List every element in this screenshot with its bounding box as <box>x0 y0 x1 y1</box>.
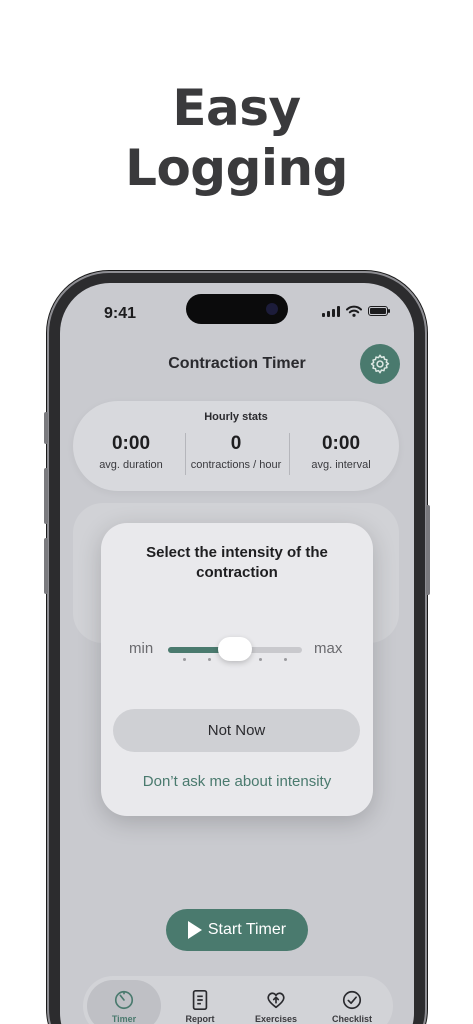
status-icons <box>322 305 390 317</box>
stat-value: 0:00 <box>321 433 361 454</box>
hourly-stats-card: Hourly stats 0:00 avg. duration 0 contra… <box>73 401 399 491</box>
tab-label: Exercises <box>254 1013 298 1024</box>
report-icon <box>192 989 208 1010</box>
start-timer-label: Start Timer <box>207 921 287 938</box>
tab-label: Report <box>185 1013 215 1024</box>
hourly-stats-title: Hourly stats <box>204 411 268 423</box>
stat-contractions-per-hour: 0 contractions / hour <box>184 433 288 471</box>
intensity-slider-thumb[interactable] <box>218 637 252 661</box>
play-icon <box>187 921 202 939</box>
stat-label: contractions / hour <box>190 459 282 471</box>
slider-min-label: min <box>129 640 154 657</box>
headline: Easy Logging <box>0 78 473 198</box>
stat-value: 0 <box>230 433 242 454</box>
intensity-modal-title: Select the intensity of the contraction <box>146 544 328 581</box>
camera-icon <box>266 303 278 315</box>
heart-arrow-icon <box>267 991 285 1008</box>
phone-volume-up-button <box>44 468 48 524</box>
settings-button[interactable] <box>360 344 400 384</box>
stat-label: avg. duration <box>99 459 163 471</box>
headline-line-2: Logging <box>125 139 348 197</box>
timer-icon <box>114 990 134 1009</box>
intensity-modal: Select the intensity of the contraction … <box>101 523 373 816</box>
slider-tick <box>284 658 287 661</box>
phone-action-button <box>44 412 48 444</box>
slider-tick <box>183 658 186 661</box>
slider-max-label: max <box>314 640 343 657</box>
stat-avg-duration: 0:00 avg. duration <box>79 433 183 471</box>
status-time: 9:41 <box>104 305 137 322</box>
tab-label: Timer <box>111 1013 137 1024</box>
tab-timer[interactable]: Timer <box>87 980 161 1024</box>
battery-icon <box>368 306 390 316</box>
not-now-button[interactable]: Not Now <box>113 709 360 752</box>
tab-bar: Timer Report Exercises Checklist <box>83 976 393 1024</box>
checkmark-circle-icon <box>342 990 362 1009</box>
phone-screen: 9:41 Contraction Timer Hourly stats 0:00… <box>60 283 414 1024</box>
headline-line-1: Easy <box>172 79 301 137</box>
stat-avg-interval: 0:00 avg. interval <box>289 433 393 471</box>
tab-checklist[interactable]: Checklist <box>315 980 389 1024</box>
slider-tick <box>208 658 211 661</box>
dont-ask-intensity-link[interactable]: Don’t ask me about intensity <box>101 773 373 790</box>
tab-report[interactable]: Report <box>163 980 237 1024</box>
start-timer-button[interactable]: Start Timer <box>166 909 308 951</box>
tab-exercises[interactable]: Exercises <box>239 980 313 1024</box>
wifi-icon <box>346 305 362 317</box>
phone-power-button <box>426 505 430 595</box>
stat-value: 0:00 <box>111 433 151 454</box>
stat-label: avg. interval <box>311 459 371 471</box>
signal-icon <box>322 305 340 317</box>
phone-volume-down-button <box>44 538 48 594</box>
slider-tick <box>259 658 262 661</box>
dynamic-island <box>186 294 288 324</box>
tab-label: Checklist <box>331 1013 373 1024</box>
gear-icon <box>370 354 390 374</box>
